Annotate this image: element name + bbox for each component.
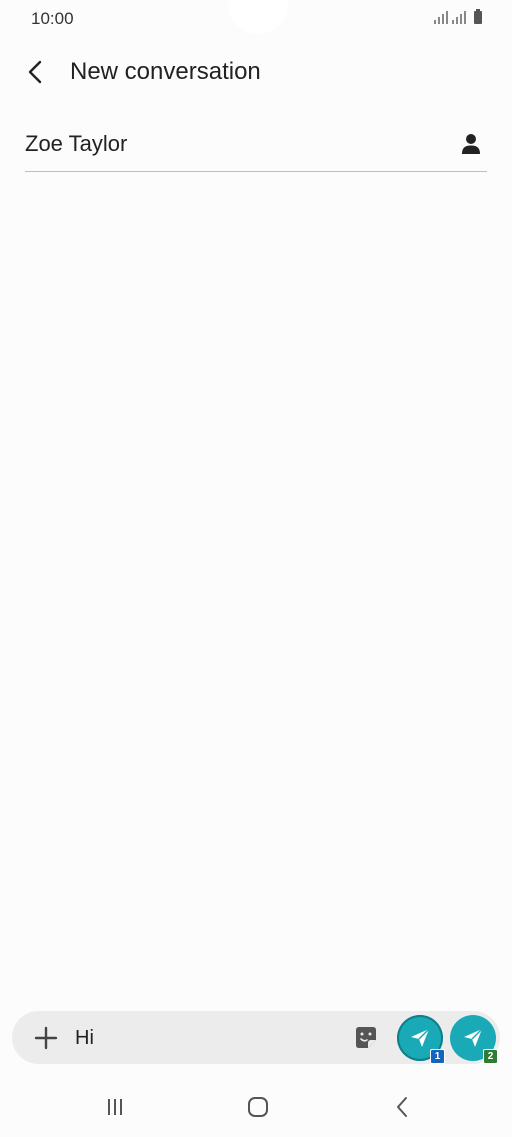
app-header: New conversation [0,48,512,98]
send-sim1-button[interactable]: 1 [397,1015,445,1064]
signal-icon [452,10,466,24]
home-button[interactable] [238,1092,278,1122]
system-nav-bar [0,1080,512,1137]
status-bar: 10:00 [0,0,512,36]
battery-icon [474,9,482,24]
signal-icon [434,10,448,24]
send-sim2-button[interactable]: 2 [450,1015,498,1064]
contact-picker-button[interactable] [455,128,487,160]
person-icon [462,134,480,154]
plus-icon [34,1026,58,1050]
sticker-icon [356,1027,376,1048]
attach-button[interactable] [32,1024,60,1052]
message-composer: 1 2 [12,1011,500,1064]
status-time: 10:00 [31,9,74,28]
home-icon [248,1097,268,1117]
sim1-badge: 1 [430,1049,445,1064]
recents-icon [108,1099,122,1115]
recipient-row [25,120,487,172]
send-icon [464,1028,483,1047]
camera-notch [228,0,288,34]
chevron-left-icon [397,1097,407,1117]
send-icon [411,1028,430,1047]
recents-button[interactable] [95,1092,135,1122]
sim2-badge: 2 [483,1049,498,1064]
recipient-input[interactable] [25,128,425,160]
page-title: New conversation [70,58,261,85]
sticker-button[interactable] [353,1025,379,1051]
message-input[interactable] [75,1025,335,1051]
system-back-button[interactable] [382,1092,422,1122]
chevron-left-icon [28,60,42,84]
back-button[interactable] [18,54,54,90]
status-icons [434,9,482,24]
